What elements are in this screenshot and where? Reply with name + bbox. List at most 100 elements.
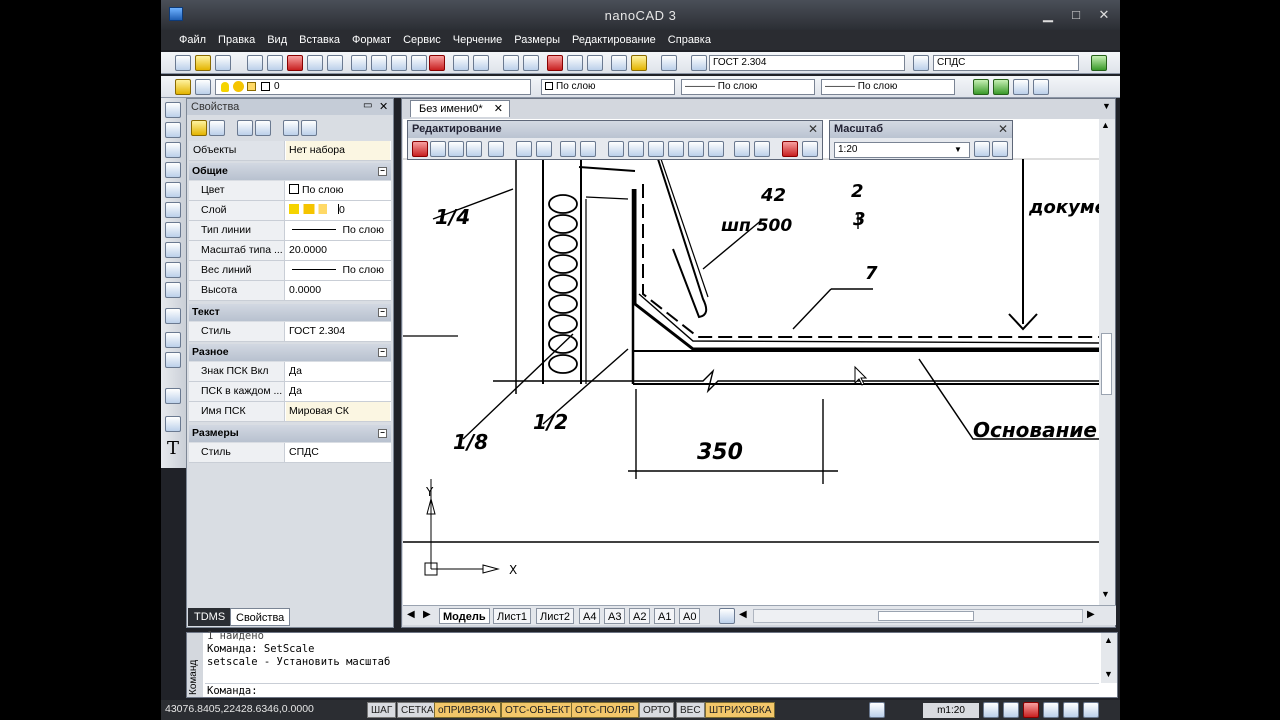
scale-add-icon[interactable] [974,141,990,157]
status-osnap[interactable]: оПРИВЯЗКА [434,702,501,718]
color-select[interactable]: По слою [541,79,675,95]
block-icon[interactable] [165,332,181,348]
hscroll-thumb[interactable] [878,611,974,621]
status-ortho[interactable]: ОРТО [639,702,675,718]
status-snap[interactable]: ШАГ [367,702,397,718]
polyline-icon[interactable] [165,122,181,138]
tab-prev-icon[interactable]: ◀ [407,609,415,620]
objects-row[interactable]: Объекты Нет набора [189,141,391,161]
prop-row-layer[interactable]: Слой 0 [189,201,391,221]
ellipse-icon[interactable] [165,242,181,258]
status-otrack[interactable]: ОТС-ОБЪЕКТ [501,702,574,718]
status-lineweight[interactable]: ВЕС [676,702,705,718]
prop-row-linetype[interactable]: Тип линии По слою [189,221,391,241]
document-tab-close-icon[interactable]: ✕ [494,101,503,118]
layer-previous-icon[interactable] [195,79,211,95]
status-settings-icon[interactable] [1083,702,1099,718]
cmd-scroll-down-icon[interactable]: ▼ [1104,669,1113,679]
fillet-icon[interactable] [708,141,724,157]
edit-panel-close-icon[interactable]: ✕ [808,121,818,138]
tab-a4[interactable]: А4 [579,608,601,624]
tab-sheet2[interactable]: Лист2 [536,608,575,624]
scroll-thumb[interactable] [1101,333,1112,395]
tabs-menu-icon[interactable]: ▼ [1102,101,1111,111]
layer-tools-icon[interactable] [973,79,989,95]
scroll-down-icon[interactable]: ▼ [1101,589,1110,599]
tab-a1[interactable]: А1 [654,608,676,624]
linetype-select[interactable]: ——— По слою [681,79,815,95]
status-annotate-icon[interactable] [869,702,885,718]
status-zoom-icon[interactable] [1003,702,1019,718]
new-file-icon[interactable] [175,55,191,71]
save-icon[interactable] [215,55,231,71]
line-icon[interactable] [165,102,181,118]
prop-row-linetype-scale[interactable]: Масштаб типа ... 20.0000 [189,241,391,261]
section-general[interactable]: Общие − [189,163,391,180]
insert-block-icon[interactable] [165,352,181,368]
document-tab[interactable]: Без имени0* ✕ [410,100,510,117]
close-icon[interactable]: ✕ [1093,6,1115,24]
prop-row-ucs-name[interactable]: Имя ПСК Мировая СК [189,402,391,422]
menu-modify[interactable]: Редактирование [566,30,662,50]
zoom-previous-icon[interactable] [567,55,583,71]
lineweight-select[interactable]: ——— По слою [821,79,955,95]
panel-close-icon[interactable]: ✕ [379,100,388,113]
dim-style-select[interactable]: СПДС [933,55,1079,71]
prop-row-lineweight[interactable]: Вес линий По слою [189,261,391,281]
quick-select-icon[interactable] [237,120,253,136]
text-icon[interactable]: T [167,438,179,459]
print-icon[interactable] [247,55,263,71]
spline-icon[interactable] [165,222,181,238]
toggle-pickadd-icon[interactable] [209,120,225,136]
menu-format[interactable]: Формат [346,30,397,50]
menu-help[interactable]: Справка [662,30,717,50]
tab-properties[interactable]: Свойства [230,608,291,626]
hscroll-left-icon[interactable]: ◀ [739,609,747,620]
trim-icon[interactable] [608,141,624,157]
section-dimensions[interactable]: Размеры − [189,425,391,442]
edit-attributes-icon[interactable] [802,141,818,157]
cut-icon[interactable] [351,55,367,71]
scale-dropdown-icon[interactable]: ▼ [954,145,962,154]
pin-icon[interactable]: ▭ [363,100,372,111]
command-input[interactable]: Команда: [205,683,1099,697]
point-marker-icon[interactable] [165,388,181,404]
scale-panel-close-icon[interactable]: ✕ [998,121,1008,138]
rectangle-icon[interactable] [165,162,181,178]
join-icon[interactable] [668,141,684,157]
design-center-icon[interactable] [661,55,677,71]
array-icon[interactable] [488,141,504,157]
lengthen-icon[interactable] [734,141,750,157]
select-objects-icon[interactable] [191,120,207,136]
tab-tdms[interactable]: TDMS [188,608,232,626]
prop-row-ucs-on[interactable]: Знак ПСК Вкл Да [189,362,391,382]
pan-icon[interactable] [503,55,519,71]
mirror-icon[interactable] [448,141,464,157]
erase-icon[interactable] [412,141,428,157]
zoom-window-icon[interactable] [547,55,563,71]
status-hatch[interactable]: ШТРИХОВКА [705,702,776,718]
layer-off-icon[interactable] [1013,79,1029,95]
drawing-canvas[interactable]: 1/4 42 шп 500 2 3 7 1/8 1/2 350 Основани… [403,119,1099,605]
menu-dimensions[interactable]: Размеры [508,30,566,50]
table-icon[interactable] [165,416,181,432]
scroll-up-icon[interactable]: ▲ [1101,120,1110,130]
offset-icon[interactable] [466,141,482,157]
chamfer-icon[interactable] [688,141,704,157]
layer-iso-icon[interactable] [993,79,1009,95]
prop-row-height[interactable]: Высота 0.0000 [189,281,391,301]
cmd-scroll-up-icon[interactable]: ▲ [1104,635,1113,645]
layer-merge-icon[interactable] [1033,79,1049,95]
text-style-icon[interactable] [691,55,707,71]
panel-toggle-icon[interactable] [1091,55,1107,71]
hscroll-right-icon[interactable]: ▶ [1087,609,1095,620]
zoom-extents-icon[interactable] [587,55,603,71]
stretch-icon[interactable] [580,141,596,157]
preview-icon[interactable] [267,55,283,71]
explode-icon[interactable] [782,141,798,157]
properties-icon[interactable] [631,55,647,71]
open-file-icon[interactable] [195,55,211,71]
prop-row-color[interactable]: Цвет По слою [189,181,391,201]
move-icon[interactable] [516,141,532,157]
paste-icon[interactable] [391,55,407,71]
